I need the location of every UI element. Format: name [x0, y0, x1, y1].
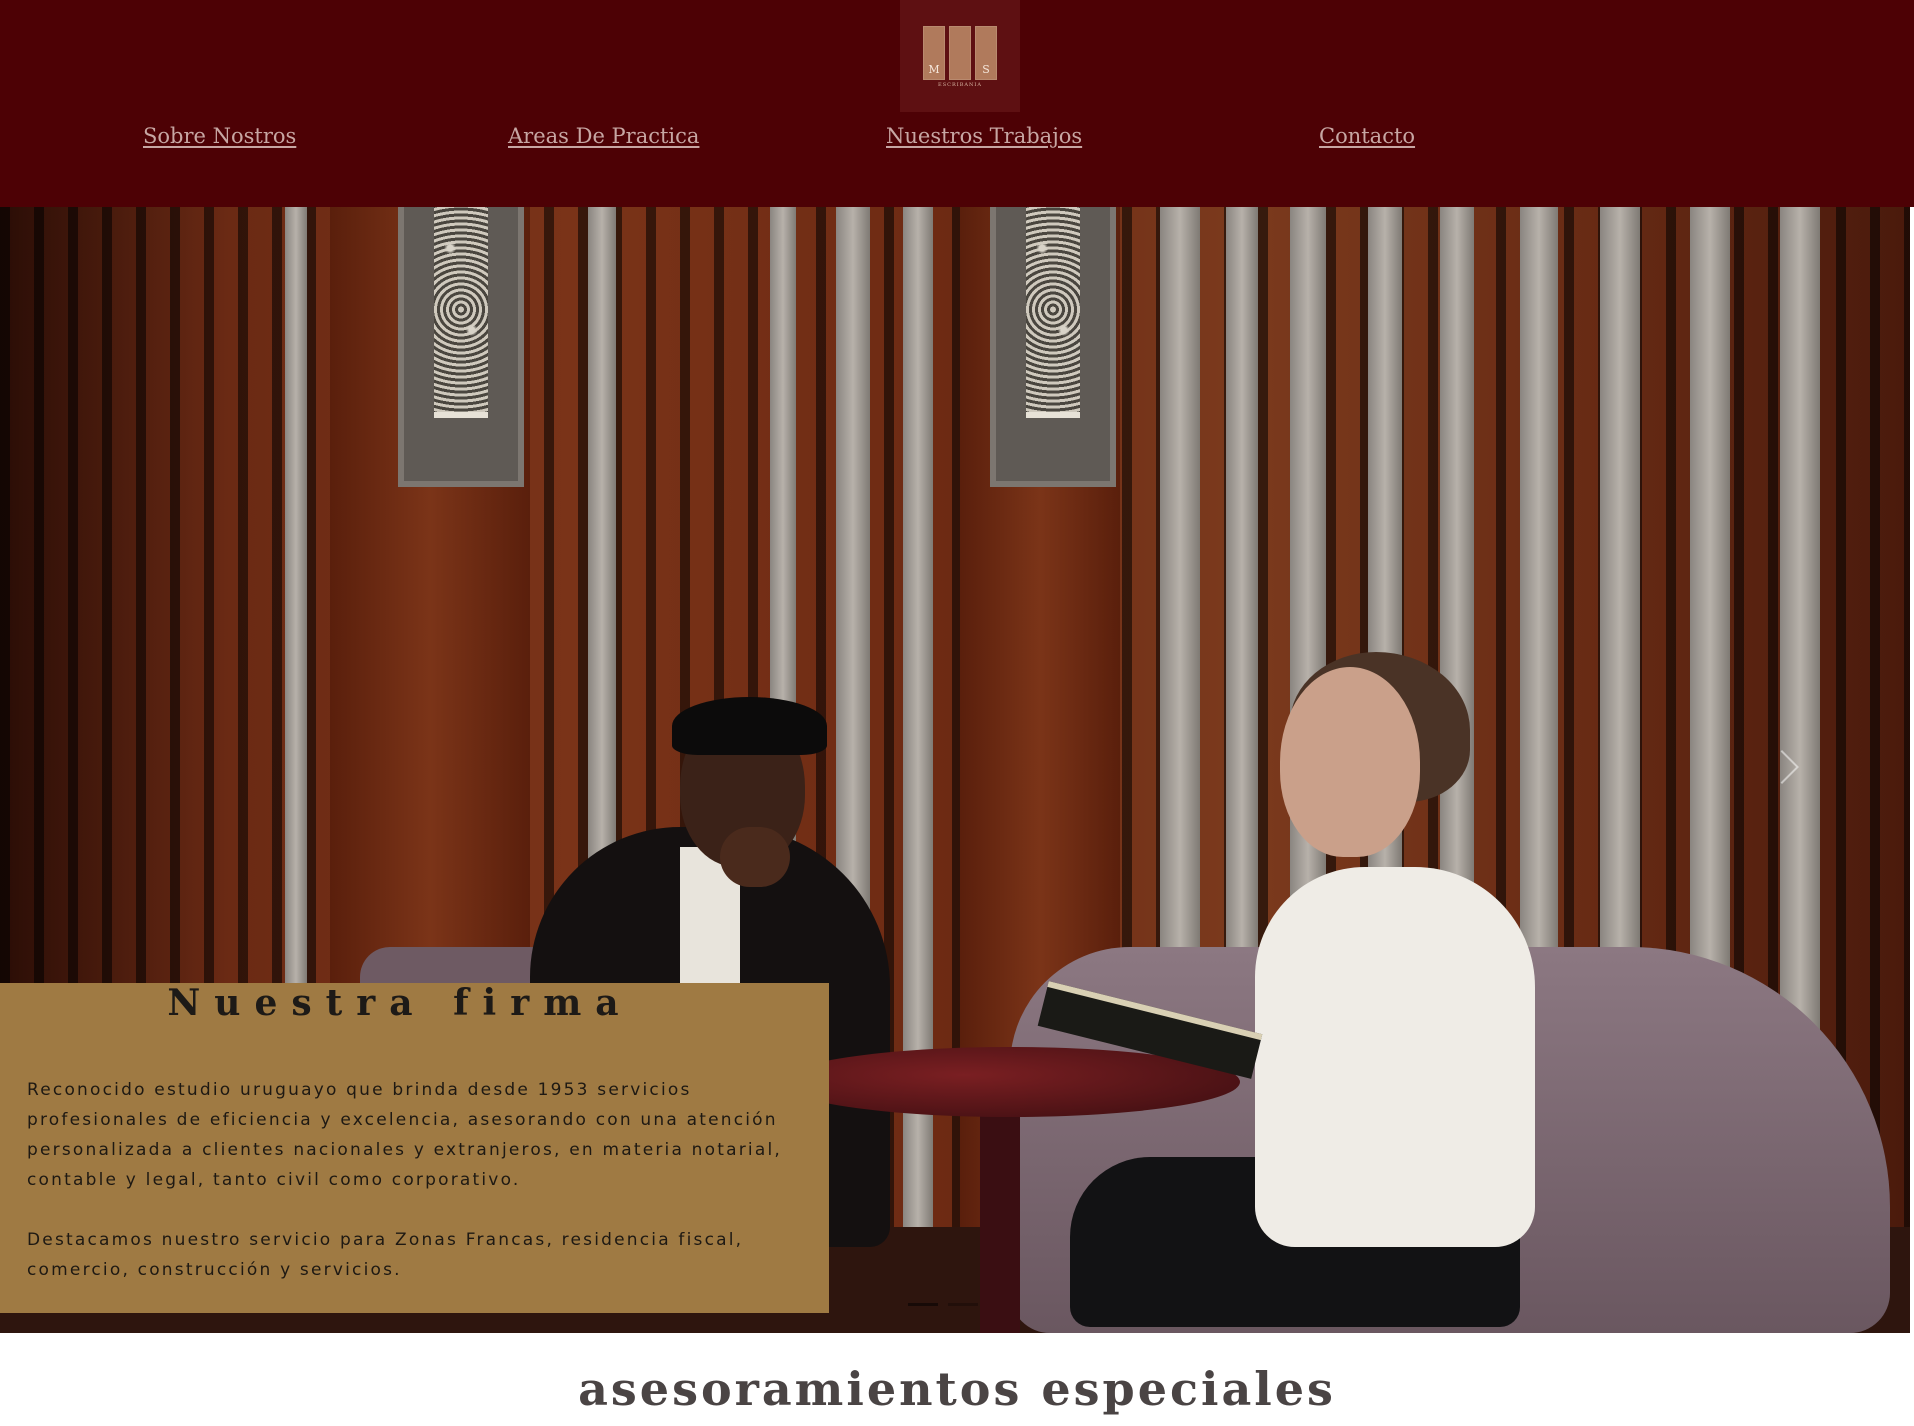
wall-lamp: [990, 207, 1116, 487]
logo-letter: S: [982, 63, 990, 76]
nav-link-nuestros-trabajos[interactable]: Nuestros Trabajos: [886, 124, 1082, 148]
logo-letter: M: [928, 63, 940, 76]
logo-tagline: ESCRIBANIA: [938, 82, 982, 88]
carousel-indicators: [908, 1303, 1018, 1307]
nav-link-areas-de-practica[interactable]: Areas De Practica: [508, 124, 699, 148]
carousel-dot[interactable]: [948, 1303, 978, 1306]
site-header: M S ESCRIBANIA Sobre Nostros Areas De Pr…: [0, 0, 1914, 207]
firm-logo[interactable]: M S ESCRIBANIA: [900, 0, 1020, 112]
card-title: Nuestra firma: [167, 982, 633, 1024]
wall-lamp: [398, 207, 524, 487]
card-paragraph-history: Reconocido estudio uruguayo que brinda d…: [27, 1080, 783, 1190]
card-paragraph-services: Destacamos nuestro servicio para Zonas F…: [27, 1230, 744, 1280]
logo-mark: M S: [923, 26, 997, 80]
nav-link-contacto[interactable]: Contacto: [1319, 124, 1415, 148]
carousel-dot[interactable]: [908, 1303, 938, 1306]
nav-link-sobre-nostros[interactable]: Sobre Nostros: [143, 124, 296, 148]
section-title: asesoramientos especiales: [578, 1362, 1336, 1416]
